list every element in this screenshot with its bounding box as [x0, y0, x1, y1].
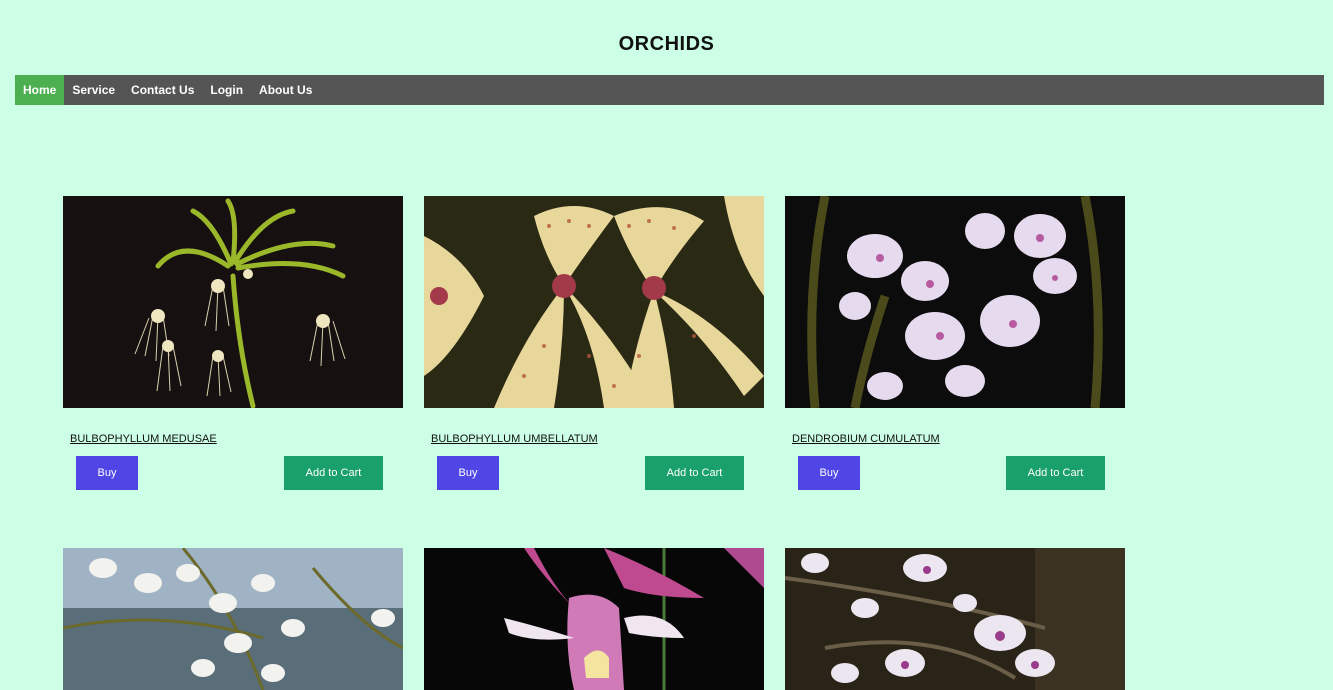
product-name-link[interactable]: BULBOPHYLLUM MEDUSAE [70, 433, 403, 445]
product-card: DENDROBIUM CUMULATUM Buy Add to Cart [785, 196, 1125, 548]
nav-item-about-us[interactable]: About Us [251, 75, 320, 105]
buy-button[interactable]: Buy [437, 456, 499, 490]
product-actions: Buy Add to Cart [63, 456, 403, 491]
product-image-bulbophyllum-medusae[interactable] [63, 196, 403, 408]
product-image[interactable] [785, 548, 1125, 690]
product-card [63, 548, 403, 690]
product-card: BULBOPHYLLUM MEDUSAE Buy Add to Cart [63, 196, 403, 548]
add-to-cart-button[interactable]: Add to Cart [645, 456, 744, 490]
nav-item-contact-us[interactable]: Contact Us [123, 75, 202, 105]
nav-item-home[interactable]: Home [15, 75, 65, 105]
buy-button[interactable]: Buy [798, 456, 860, 490]
nav-item-service[interactable]: Service [64, 75, 123, 105]
product-name-link[interactable]: DENDROBIUM CUMULATUM [792, 433, 1125, 445]
product-card [785, 548, 1125, 690]
nav-item-login[interactable]: Login [202, 75, 251, 105]
product-actions: Buy Add to Cart [424, 456, 764, 491]
page: ORCHIDS Home Service Contact Us Login Ab… [0, 0, 1333, 690]
product-actions: Buy Add to Cart [785, 456, 1125, 491]
product-image[interactable] [63, 548, 403, 690]
product-card: BULBOPHYLLUM UMBELLATUM Buy Add to Cart [424, 196, 764, 548]
product-image-dendrobium-cumulatum[interactable] [785, 196, 1125, 408]
add-to-cart-button[interactable]: Add to Cart [1006, 456, 1105, 490]
product-image-bulbophyllum-umbellatum[interactable] [424, 196, 764, 408]
top-navbar: Home Service Contact Us Login About Us [15, 75, 1324, 105]
add-to-cart-button[interactable]: Add to Cart [284, 456, 383, 490]
product-image[interactable] [424, 548, 764, 690]
product-card [424, 548, 764, 690]
product-name-link[interactable]: BULBOPHYLLUM UMBELLATUM [431, 433, 764, 445]
product-grid: BULBOPHYLLUM MEDUSAE Buy Add to Cart BUL… [63, 196, 1125, 690]
page-title: ORCHIDS [618, 33, 715, 55]
buy-button[interactable]: Buy [76, 456, 138, 490]
